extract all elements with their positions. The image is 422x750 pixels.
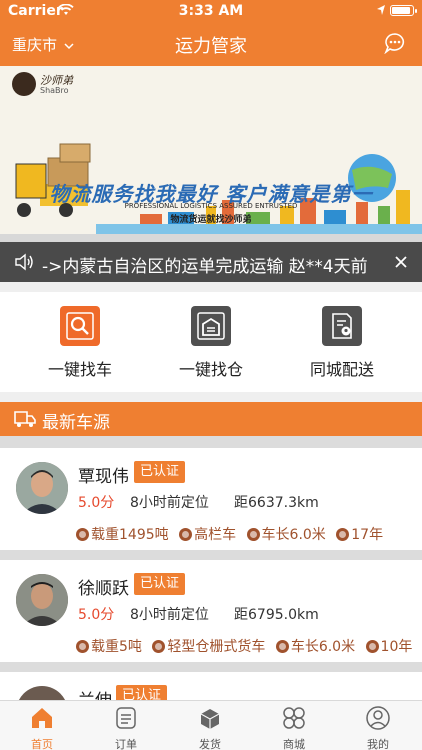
nav-bar: 重庆市 运力管家	[0, 22, 422, 66]
location-arrow-icon	[377, 5, 385, 15]
weight-icon	[76, 528, 89, 541]
driver-card[interactable]: 覃现伟 已认证 5.0分 8小时前定位 距6637.3km 载重1495吨 高栏…	[0, 448, 422, 550]
ruler-icon	[246, 528, 260, 541]
vehicle-tags: 载重1495吨 高栏车 车长6.0米 17年	[76, 524, 389, 544]
driver-name: 徐顺跃	[78, 579, 129, 599]
order-icon	[116, 707, 136, 729]
driver-card[interactable]: 兰伸 已认证	[0, 672, 422, 700]
vehicle-tags: 载重5吨 轻型仓栅式货车 车长6.0米 10年	[76, 636, 418, 656]
close-icon[interactable]	[394, 255, 408, 269]
divider	[0, 234, 422, 242]
section-header: 最新车源	[0, 402, 422, 436]
clock: 3:33 AM	[178, 3, 244, 19]
ship-icon	[200, 709, 220, 729]
truck-type-icon	[179, 528, 193, 541]
speaker-icon	[15, 253, 33, 271]
tab-home[interactable]: 首页	[0, 705, 84, 750]
find-warehouse-button[interactable]: 一键找仓	[141, 306, 281, 380]
card-separator	[0, 662, 422, 672]
location-document-icon	[322, 306, 362, 346]
avatar	[16, 462, 68, 514]
tab-ship[interactable]: 发货	[168, 705, 252, 750]
tab-profile-label: 我的	[367, 738, 389, 750]
battery-icon	[390, 5, 417, 16]
search-icon	[60, 306, 100, 346]
located-time: 8小时前定位	[130, 607, 209, 623]
load-tag: 载重1495吨	[76, 524, 169, 544]
truck-type-tag: 轻型仓栅式货车	[152, 636, 265, 656]
year-icon	[365, 640, 379, 653]
find-vehicle-label: 一键找车	[47, 360, 112, 379]
verified-badge: 已认证	[134, 573, 186, 595]
local-delivery-label: 同城配送	[309, 360, 374, 379]
driver-card[interactable]: 徐顺跃 已认证 5.0分 8小时前定位 距6795.0km 载重5吨 轻型仓栅式…	[0, 560, 422, 662]
driver-name: 覃现伟	[78, 467, 129, 487]
quick-actions: 一键找车 一键找仓 同城配送	[0, 292, 422, 392]
section-title: 最新车源	[42, 413, 110, 433]
find-warehouse-label: 一键找仓	[178, 360, 243, 379]
ruler-icon	[275, 640, 289, 653]
tab-mall[interactable]: 商城	[252, 705, 336, 750]
mall-icon	[283, 707, 305, 729]
truck-type-icon	[152, 640, 166, 653]
message-icon[interactable]	[384, 32, 406, 54]
avatar	[16, 574, 68, 626]
verified-badge: 已认证	[134, 461, 186, 483]
profile-icon	[366, 706, 390, 730]
truck-icon	[14, 411, 36, 427]
avatar	[16, 686, 68, 700]
tab-orders-label: 订单	[115, 738, 137, 750]
status-bar: Carrier 3:33 AM	[0, 0, 422, 22]
warehouse-icon	[191, 306, 231, 346]
distance: 距6637.3km	[234, 495, 319, 511]
notice-bar[interactable]: ->内蒙古自治区的运单完成运输 赵**4天前	[0, 242, 422, 282]
local-delivery-button[interactable]: 同城配送	[272, 306, 412, 380]
banner-slogan-sub: 物流货运就找沙师弟	[170, 215, 252, 225]
notice-text: ->内蒙古自治区的运单完成运输 赵**4天前	[42, 257, 368, 277]
tab-bar: 首页 订单 发货 商城 我的	[0, 700, 422, 750]
year-tag: 10年	[365, 636, 412, 656]
promo-banner[interactable]: 沙师弟 ShaBro 物流服务找我最好 客户满意是第一 PROFESSIONAL…	[0, 66, 422, 234]
verified-badge: 已认证	[116, 685, 168, 700]
driver-score: 5.0分	[78, 607, 115, 623]
year-icon	[336, 528, 350, 541]
tab-profile[interactable]: 我的	[336, 705, 420, 750]
find-vehicle-button[interactable]: 一键找车	[10, 306, 150, 380]
tab-mall-label: 商城	[283, 738, 305, 750]
driver-score: 5.0分	[78, 495, 115, 511]
truck-type-tag: 高栏车	[179, 524, 236, 544]
spacer	[0, 436, 422, 448]
weight-icon	[76, 640, 89, 653]
tab-home-label: 首页	[31, 738, 53, 750]
distance: 距6795.0km	[234, 607, 319, 623]
spacer	[0, 282, 422, 292]
length-tag: 车长6.0米	[246, 524, 326, 544]
tab-orders[interactable]: 订单	[84, 705, 168, 750]
length-tag: 车长6.0米	[275, 636, 355, 656]
banner-slogan-en: PROFESSIONAL LOGISTICS ASSURED ENTRUSTED	[124, 202, 298, 210]
page-title: 运力管家	[175, 36, 247, 57]
load-tag: 载重5吨	[76, 636, 142, 656]
year-tag: 17年	[336, 524, 383, 544]
home-icon	[32, 708, 52, 728]
tab-ship-label: 发货	[199, 738, 221, 750]
driver-name: 兰伸	[78, 686, 112, 700]
located-time: 8小时前定位	[130, 495, 209, 511]
spacer	[0, 392, 422, 402]
card-separator	[0, 550, 422, 560]
